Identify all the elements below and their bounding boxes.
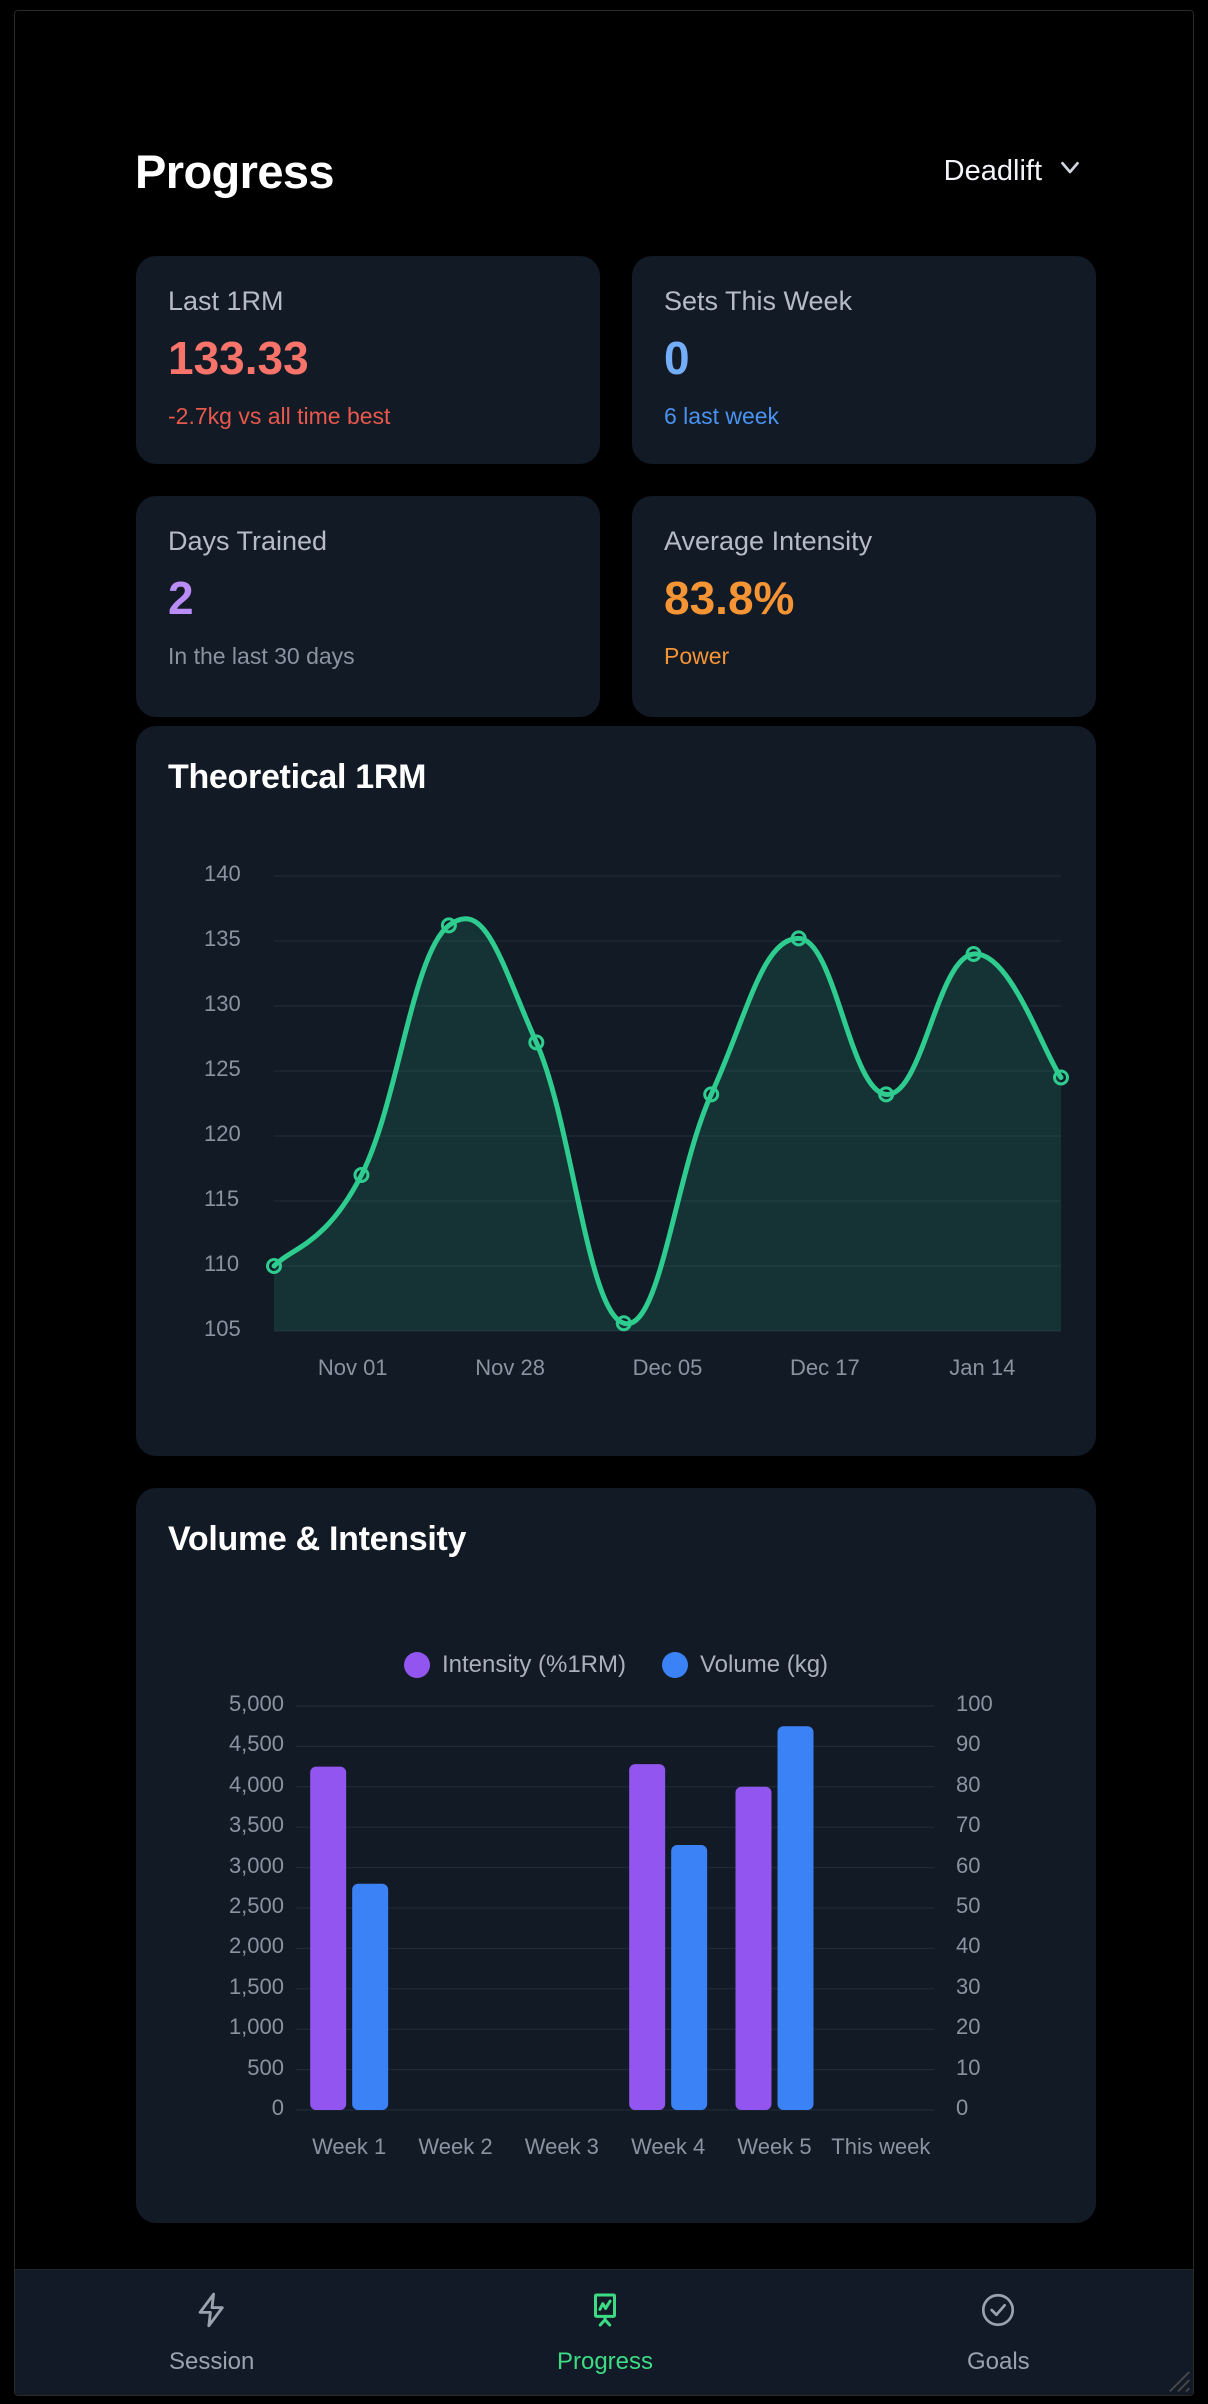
axis-tick-label: 2,500 bbox=[228, 1893, 284, 1918]
axis-tick-label: Jan 14 bbox=[949, 1355, 1016, 1380]
axis-tick-label: 0 bbox=[271, 2095, 284, 2120]
stat-card-sets-this-week[interactable]: Sets This Week 0 6 last week bbox=[632, 256, 1096, 464]
stat-sublabel: Power bbox=[664, 643, 730, 669]
exercise-selector-label: Deadlift bbox=[943, 154, 1042, 187]
stat-label: Days Trained bbox=[168, 526, 328, 556]
axis-tick-label: 5,000 bbox=[228, 1691, 284, 1716]
axis-tick-label: 3,500 bbox=[228, 1812, 284, 1838]
axis-tick-label: 0 bbox=[956, 2095, 969, 2120]
axis-tick-label: 100 bbox=[956, 1691, 993, 1716]
bottom-navigation: Session Progress Goals bbox=[15, 2269, 1193, 2395]
axis-tick-label: 130 bbox=[204, 991, 241, 1016]
stat-label: Sets This Week bbox=[664, 286, 853, 316]
stat-card-grid: Last 1RM 133.33 -2.7kg vs all time best … bbox=[136, 256, 1096, 717]
circle-check-icon bbox=[979, 2291, 1017, 2334]
axis-tick-label: 110 bbox=[204, 1251, 240, 1276]
axis-tick-label: 125 bbox=[204, 1056, 241, 1081]
axis-tick-label: 60 bbox=[956, 1852, 981, 1878]
nav-label: Progress bbox=[556, 2348, 654, 2375]
bar-volume bbox=[671, 1844, 708, 2110]
nav-label: Goals bbox=[966, 2348, 1030, 2375]
stat-card-days-trained[interactable]: Days Trained 2 In the last 30 days bbox=[136, 496, 600, 717]
page-title: Progress bbox=[135, 144, 335, 198]
bar-intensity bbox=[310, 1766, 347, 2110]
theoretical-1rm-chart[interactable]: 105 110 115 120 125 130 135 140 Nov 01 Nov 28 Dec … bbox=[136, 726, 1096, 1461]
axis-tick-label: 115 bbox=[204, 1186, 240, 1211]
volume-intensity-chart[interactable]: 0 0 500 10 1,000 20 1,500 30 2,000 40 2,500 50 3,000… bbox=[136, 1488, 1096, 2228]
chevron-down-icon bbox=[1055, 152, 1085, 190]
stat-value: 83.8% bbox=[664, 572, 795, 624]
bar-intensity bbox=[735, 1786, 772, 2110]
app-content: Progress Deadlift Last 1RM 133.33 -2.7kg… bbox=[15, 11, 1193, 2395]
axis-tick-label: 70 bbox=[956, 1812, 981, 1838]
line-chart-svg bbox=[266, 875, 1069, 1332]
axis-tick-label: 40 bbox=[956, 1933, 981, 1959]
stat-card-average-intensity[interactable]: Average Intensity 83.8% Power bbox=[632, 496, 1096, 717]
axis-tick-label: Dec 17 bbox=[790, 1355, 860, 1380]
axis-tick-label: 2,000 bbox=[228, 1933, 284, 1959]
axis-tick-label: 50 bbox=[956, 1893, 981, 1918]
bar-intensity bbox=[629, 1764, 666, 2110]
axis-tick-label: 10 bbox=[956, 2054, 981, 2080]
phone-screen: Progress Deadlift Last 1RM 133.33 -2.7kg… bbox=[14, 10, 1194, 2396]
axis-tick-label: 3,000 bbox=[228, 1852, 284, 1878]
nav-item-progress[interactable]: Progress bbox=[408, 2270, 801, 2395]
axis-tick-label: Nov 28 bbox=[475, 1355, 545, 1380]
stat-sublabel: -2.7kg vs all time best bbox=[168, 403, 391, 429]
axis-tick-label: 4,000 bbox=[228, 1771, 284, 1797]
theoretical-1rm-card: Theoretical 1RM 105 110 115 120 125 130 135 140… bbox=[136, 726, 1096, 1456]
phone-frame: Progress Deadlift Last 1RM 133.33 -2.7kg… bbox=[0, 0, 1208, 2404]
axis-tick-label: 500 bbox=[247, 2054, 284, 2080]
stat-label: Average Intensity bbox=[664, 526, 873, 556]
axis-tick-label: 90 bbox=[956, 1731, 981, 1757]
volume-intensity-card: Volume & Intensity Intensity (%1RM) Volu… bbox=[136, 1488, 1096, 2223]
bar-volume bbox=[777, 1726, 814, 2110]
stat-sublabel: In the last 30 days bbox=[168, 643, 355, 669]
exercise-selector[interactable]: Deadlift bbox=[944, 152, 1085, 190]
stat-value: 133.33 bbox=[168, 332, 309, 384]
nav-item-session[interactable]: Session bbox=[15, 2270, 408, 2395]
stat-label: Last 1RM bbox=[168, 286, 284, 316]
stat-card-last-1rm[interactable]: Last 1RM 133.33 -2.7kg vs all time best bbox=[136, 256, 600, 464]
axis-tick-label: 4,500 bbox=[228, 1731, 284, 1757]
lightning-bolt-icon bbox=[193, 2291, 231, 2334]
axis-tick-label: 30 bbox=[956, 1973, 981, 1999]
page-header: Progress Deadlift bbox=[135, 139, 1085, 203]
presentation-chart-icon bbox=[586, 2291, 624, 2334]
axis-tick-label: 20 bbox=[956, 2014, 981, 2040]
axis-tick-label: Dec 05 bbox=[632, 1355, 703, 1380]
stat-value: 0 bbox=[664, 332, 690, 384]
area-fill bbox=[274, 918, 1061, 1331]
axis-tick-label: Nov 01 bbox=[317, 1355, 388, 1380]
axis-tick-label: 135 bbox=[204, 926, 241, 951]
axis-tick-label: 1,000 bbox=[228, 2014, 284, 2040]
axis-tick-label: 1,500 bbox=[228, 1973, 284, 1999]
axis-tick-label: 80 bbox=[956, 1771, 981, 1797]
stat-sublabel: 6 last week bbox=[664, 403, 780, 429]
stat-value: 2 bbox=[168, 572, 194, 624]
bar-volume bbox=[352, 1883, 389, 2110]
axis-tick-label: 105 bbox=[204, 1316, 241, 1341]
nav-label: Session bbox=[168, 2348, 255, 2375]
axis-tick-label: 120 bbox=[204, 1121, 241, 1146]
resize-grip-icon[interactable] bbox=[1165, 2367, 1191, 2393]
category-label: This week bbox=[831, 2134, 931, 2159]
axis-tick-label: 140 bbox=[204, 861, 241, 886]
nav-item-goals[interactable]: Goals bbox=[802, 2270, 1193, 2395]
